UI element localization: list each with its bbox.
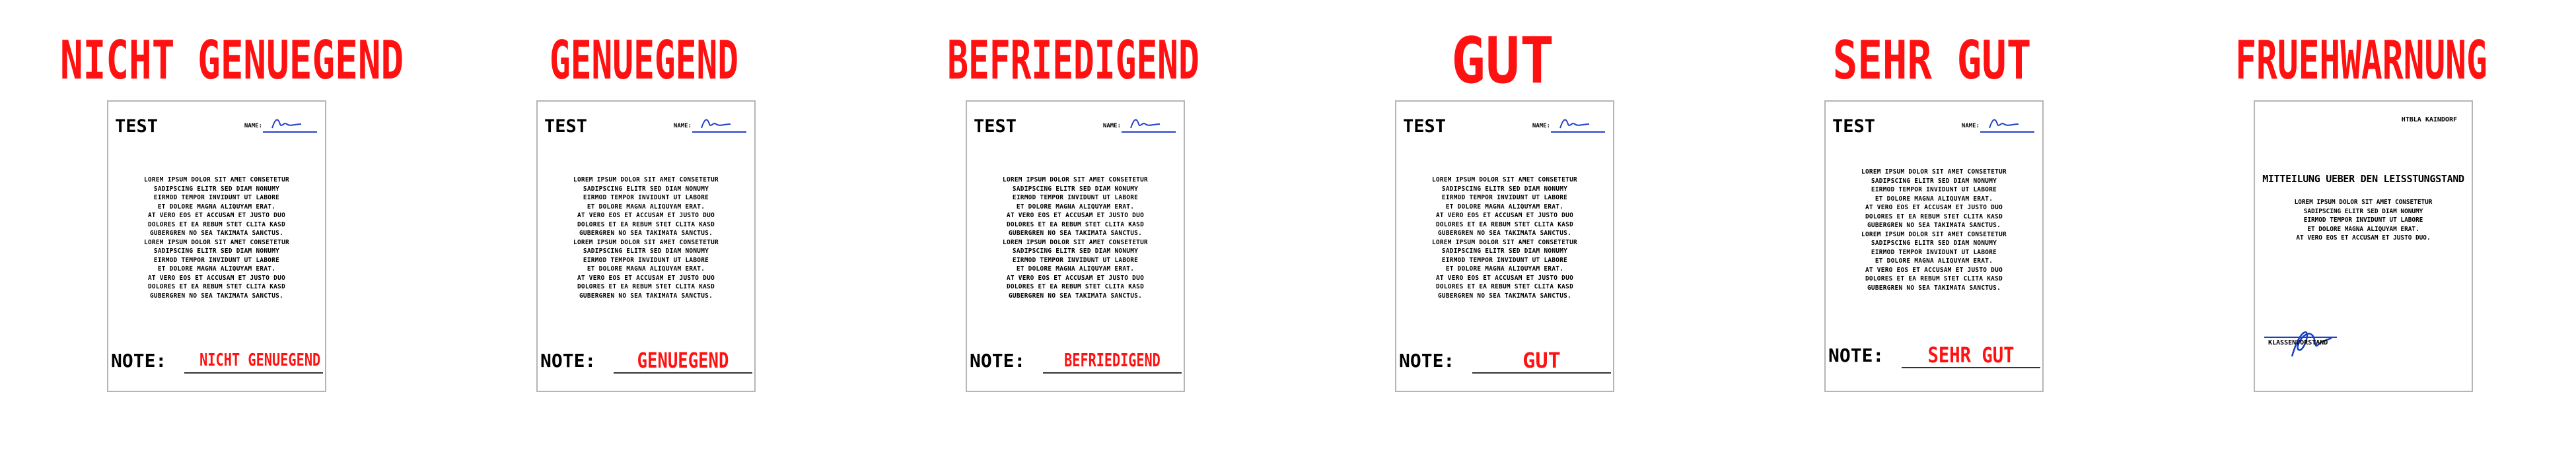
grade-panel-befriedigend: BEFRIEDIGEND TEST NAME: LOREM IPSUM DOLO… bbox=[859, 0, 1288, 462]
lorem-text: LOREM IPSUM DOLOR SIT AMET CONSETETUR SA… bbox=[1432, 176, 1577, 300]
grade-panel-genuegend: GENUEGEND TEST NAME: LOREM IPSUM DOLOR S… bbox=[429, 0, 859, 462]
lorem-text: LOREM IPSUM DOLOR SIT AMET CONSETETUR SA… bbox=[144, 176, 289, 300]
grade-panel-nicht-genuegend: NICHT GENUEGEND TEST NAME: LOREM IPSUM D… bbox=[0, 0, 429, 462]
name-label: NAME: bbox=[244, 123, 262, 129]
note-underline bbox=[1472, 372, 1611, 374]
name-label: NAME: bbox=[1102, 123, 1121, 129]
test-sheet: TEST NAME: LOREM IPSUM DOLOR SIT AMET CO… bbox=[966, 100, 1185, 392]
test-label: TEST bbox=[1403, 116, 1447, 137]
note-underline bbox=[614, 372, 752, 374]
test-label: TEST bbox=[974, 116, 1017, 137]
name-label: NAME: bbox=[673, 123, 692, 129]
grade-title: SEHR GUT bbox=[1832, 30, 2032, 91]
name-line bbox=[1980, 131, 2034, 133]
lorem-text: LOREM IPSUM DOLOR SIT AMET CONSETETUR SA… bbox=[1003, 176, 1148, 300]
note-underline bbox=[184, 372, 323, 374]
note-value: GENUEGEND bbox=[637, 348, 729, 373]
grade-title: GENUEGEND bbox=[549, 30, 739, 91]
signature-label: KLASSENVORSTAND bbox=[2268, 339, 2328, 346]
note-underline bbox=[1043, 372, 1182, 374]
grade-panel-gut: GUT TEST NAME: LOREM IPSUM DOLOR SIT AME… bbox=[1288, 0, 1717, 462]
name-line bbox=[263, 131, 317, 133]
signature-icon bbox=[271, 119, 302, 129]
name-line bbox=[692, 131, 746, 133]
signature-icon bbox=[701, 119, 731, 129]
signature-icon bbox=[1559, 119, 1590, 129]
warning-text: LOREM IPSUM DOLOR SIT AMET CONSETETUR SA… bbox=[2294, 199, 2433, 242]
warning-panel: FRUEHWARNUNG HTBLA KAINDORF MITTEILUNG U… bbox=[2147, 0, 2576, 462]
test-sheet: TEST NAME: LOREM IPSUM DOLOR SIT AMET CO… bbox=[536, 100, 756, 392]
test-label: TEST bbox=[544, 116, 588, 137]
note-value: SEHR GUT bbox=[1927, 343, 2015, 368]
signature-icon bbox=[1130, 119, 1161, 129]
note-label: NOTE: bbox=[970, 350, 1026, 372]
note-label: NOTE: bbox=[1828, 345, 1884, 366]
name-label: NAME: bbox=[1532, 123, 1550, 129]
test-sheet: TEST NAME: LOREM IPSUM DOLOR SIT AMET CO… bbox=[1395, 100, 1614, 392]
note-value: BEFRIEDIGEND bbox=[1064, 349, 1161, 371]
note-label: NOTE: bbox=[540, 350, 596, 372]
test-sheet: TEST NAME: LOREM IPSUM DOLOR SIT AMET CO… bbox=[1824, 100, 2044, 392]
test-label: TEST bbox=[1832, 116, 1876, 137]
lorem-text: LOREM IPSUM DOLOR SIT AMET CONSETETUR SA… bbox=[573, 176, 719, 300]
test-label: TEST bbox=[115, 116, 159, 137]
grade-title: NICHT GENUEGEND bbox=[59, 30, 404, 91]
test-sheet: TEST NAME: LOREM IPSUM DOLOR SIT AMET CO… bbox=[107, 100, 326, 392]
grade-title: GUT bbox=[1450, 24, 1555, 98]
note-underline bbox=[1902, 367, 2040, 368]
signature-line bbox=[2264, 337, 2337, 338]
grade-panel-sehr-gut: SEHR GUT TEST NAME: LOREM IPSUM DOLOR SI… bbox=[1717, 0, 2147, 462]
name-label: NAME: bbox=[1961, 123, 1980, 129]
signature-icon bbox=[1989, 119, 2019, 129]
warning-sheet: HTBLA KAINDORF MITTEILUNG UEBER DEN LEIS… bbox=[2254, 100, 2473, 392]
note-value: GUT bbox=[1522, 348, 1561, 373]
note-label: NOTE: bbox=[1399, 350, 1455, 372]
warning-heading: MITTEILUNG UEBER DEN LEISSTUNGSTAND bbox=[2262, 173, 2464, 185]
grade-title: BEFRIEDIGEND bbox=[947, 30, 1199, 91]
note-label: NOTE: bbox=[111, 350, 167, 372]
warning-title: FRUEHWARNUNG bbox=[2235, 30, 2487, 91]
name-line bbox=[1122, 131, 1176, 133]
lorem-text: LOREM IPSUM DOLOR SIT AMET CONSETETUR SA… bbox=[1861, 168, 2007, 292]
name-line bbox=[1551, 131, 1605, 133]
note-value: NICHT GENUEGEND bbox=[199, 350, 321, 370]
school-label: HTBLA KAINDORF bbox=[2401, 116, 2457, 123]
